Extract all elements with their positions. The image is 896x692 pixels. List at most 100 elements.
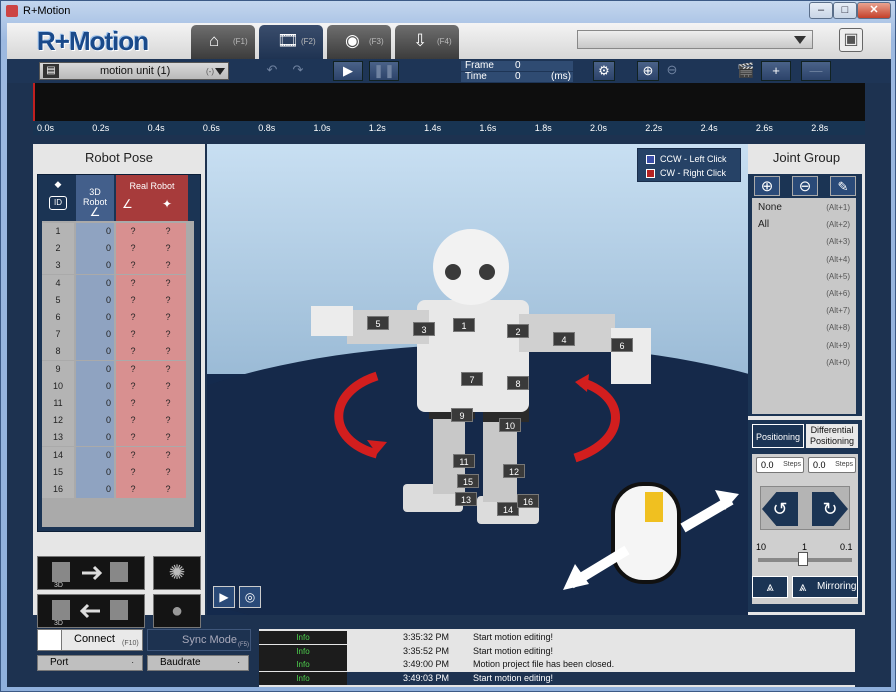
joint-label[interactable]: 8 — [507, 376, 529, 390]
list-item[interactable]: (Alt+7) — [756, 303, 852, 320]
joint-label[interactable]: 2 — [507, 324, 529, 338]
3d-viewport[interactable]: 1 2 3 4 5 6 7 8 9 10 11 12 13 14 15 16 CCW - Left Click… — [207, 144, 748, 615]
redo-button[interactable]: ↷ — [287, 61, 309, 81]
robot-3d-column-header[interactable]: 3D Robot ∠ — [76, 175, 114, 221]
table-row[interactable]: 12 0?? — [42, 412, 194, 430]
add-frame-button[interactable]: + — [761, 61, 791, 81]
motion-unit-select[interactable]: ▤ motion unit (1) (-) — [39, 62, 229, 80]
zoom-in-button[interactable]: ⊕ — [637, 61, 659, 81]
tab-reel[interactable]: ◉ (F3) — [327, 25, 391, 59]
list-item[interactable]: (Alt+0) — [756, 355, 852, 372]
joint-label[interactable]: 7 — [461, 372, 483, 386]
table-row[interactable]: Info 3:35:52 PM Start motion editing! — [259, 644, 855, 658]
joint-3d-value[interactable]: 0 — [76, 291, 114, 309]
joint-3d-value[interactable]: 0 — [76, 377, 114, 395]
play-button[interactable]: ▶ — [333, 61, 363, 81]
joint-label[interactable]: 12 — [503, 464, 525, 478]
joint-3d-value[interactable]: 0 — [76, 481, 114, 498]
timeline[interactable]: 0.0s 0.2s 0.4s 0.6s 0.8s 1.0s 1.2s 1.4s 1.6s 1.8s… — [33, 83, 865, 135]
reset-view-button[interactable]: ◎ — [239, 586, 261, 608]
list-item[interactable]: (Alt+3) — [756, 234, 852, 251]
table-row[interactable]: 5 0?? — [42, 291, 194, 309]
tab-motion[interactable]: 🎞 (F2) — [259, 25, 323, 59]
table-row[interactable]: 8 0?? — [42, 343, 194, 361]
zoom-out-button[interactable]: ⊖ — [661, 61, 683, 81]
mirroring-button[interactable]: ⩓ Mirroring — [792, 576, 858, 598]
close-button[interactable]: ✕ — [857, 2, 891, 19]
table-row[interactable]: 16 0?? — [42, 481, 194, 498]
step-slider-thumb[interactable] — [798, 552, 808, 566]
joint-label[interactable]: 9 — [451, 408, 473, 422]
joint-3d-value[interactable]: 0 — [76, 309, 114, 326]
remove-frame-button[interactable]: — — [801, 61, 831, 81]
undo-button[interactable]: ↶ — [261, 61, 283, 81]
tab-positioning[interactable]: Positioning — [752, 424, 804, 448]
baudrate-select[interactable]: Baudrate · — [147, 655, 249, 671]
joint-label[interactable]: 13 — [455, 492, 477, 506]
mirror-single-button[interactable]: ⩓ — [752, 576, 788, 598]
id-column-header[interactable]: ◆ ID — [42, 175, 74, 221]
table-row[interactable]: 3 0?? — [42, 257, 194, 275]
table-row[interactable]: 1 0?? — [42, 223, 194, 240]
table-row[interactable]: 15 0?? — [42, 463, 194, 481]
joint-3d-value[interactable]: 0 — [76, 446, 114, 464]
settings-button[interactable]: ⚙ — [593, 61, 615, 81]
joint-label[interactable]: 1 — [453, 318, 475, 332]
connect-button[interactable]: Connect (F10) — [37, 629, 143, 651]
joint-label[interactable]: 10 — [499, 418, 521, 432]
joint-3d-value[interactable]: 0 — [76, 395, 114, 412]
led-off-button[interactable]: ● — [153, 594, 201, 628]
joint-3d-value[interactable]: 0 — [76, 240, 114, 258]
table-row[interactable]: 6 0?? — [42, 309, 194, 326]
sync-real-to-3d-button[interactable]: 3D — [37, 594, 145, 628]
table-row[interactable]: Info 3:35:32 PM Start motion editing! — [259, 631, 855, 644]
joint-label[interactable]: 11 — [453, 454, 475, 468]
list-item[interactable]: (Alt+9) — [756, 338, 852, 355]
tab-home[interactable]: ⌂ (F1) — [191, 25, 255, 59]
joint-3d-value[interactable]: 0 — [76, 429, 114, 447]
list-item[interactable]: All (Alt+2) — [756, 217, 852, 234]
tab-download[interactable]: ⇩ (F4) — [395, 25, 459, 59]
steps-field-2[interactable]: 0.0 Steps — [808, 457, 856, 473]
joint-3d-value[interactable]: 0 — [76, 257, 114, 275]
tab-differential-positioning[interactable]: Differential Positioning — [806, 424, 858, 448]
minimize-button[interactable]: – — [809, 2, 833, 19]
log-table[interactable]: Info 3:35:32 PM Start motion editing! Info 3… — [259, 629, 855, 687]
table-row[interactable]: 14 0?? — [42, 446, 194, 464]
joint-3d-value[interactable]: 0 — [76, 223, 114, 240]
playhead[interactable] — [33, 83, 35, 121]
edit-group-button[interactable]: ✎ — [830, 176, 856, 196]
save-button[interactable]: ▣ — [839, 28, 863, 52]
joint-label[interactable]: 6 — [611, 338, 633, 352]
led-on-button[interactable]: ✺ — [153, 556, 201, 590]
table-row[interactable]: 11 0?? — [42, 395, 194, 412]
port-select[interactable]: Port · — [37, 655, 143, 671]
joint-label[interactable]: 16 — [517, 494, 539, 508]
sync-3d-to-real-button[interactable]: 3D — [37, 556, 145, 590]
joint-label[interactable]: 5 — [367, 316, 389, 330]
joint-3d-value[interactable]: 0 — [76, 360, 114, 378]
camera-button[interactable]: ▶ — [213, 586, 235, 608]
table-row[interactable]: 2 0?? — [42, 240, 194, 258]
joint-label[interactable]: 3 — [413, 322, 435, 336]
joint-3d-value[interactable]: 0 — [76, 274, 114, 292]
sync-mode-button[interactable]: Sync Mode (F5) — [147, 629, 251, 651]
joint-3d-value[interactable]: 0 — [76, 326, 114, 344]
list-item[interactable]: None (Alt+1) — [756, 200, 852, 217]
pause-button[interactable]: ❚❚ — [369, 61, 399, 81]
joint-label[interactable]: 14 — [497, 502, 519, 516]
real-robot-column-header[interactable]: Real Robot ∠ ✦ — [116, 175, 188, 221]
table-row[interactable]: 7 0?? — [42, 326, 194, 344]
remove-group-button[interactable]: ⊖ — [792, 176, 818, 196]
table-row[interactable]: 10 0?? — [42, 377, 194, 395]
table-row[interactable]: 4 0?? — [42, 274, 194, 292]
maximize-button[interactable]: □ — [833, 2, 857, 19]
joint-label[interactable]: 4 — [553, 332, 575, 346]
joint-3d-value[interactable]: 0 — [76, 463, 114, 481]
list-item[interactable]: (Alt+6) — [756, 286, 852, 303]
list-item[interactable]: (Alt+5) — [756, 269, 852, 286]
joint-3d-value[interactable]: 0 — [76, 343, 114, 361]
steps-field-1[interactable]: 0.0 Steps — [756, 457, 804, 473]
joint-label[interactable]: 15 — [457, 474, 479, 488]
joint-3d-value[interactable]: 0 — [76, 412, 114, 430]
